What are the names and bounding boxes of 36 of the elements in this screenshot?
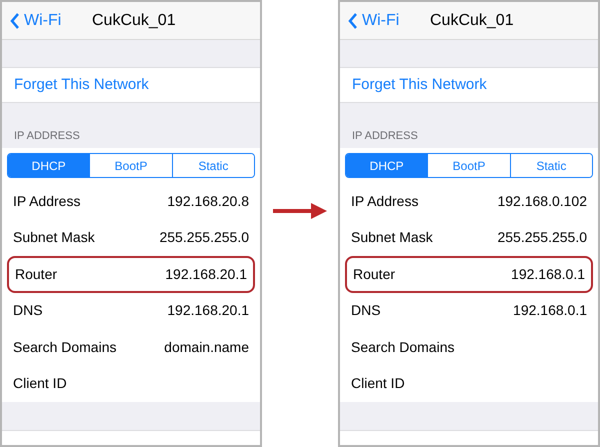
forget-network-button[interactable]: Forget This Network <box>2 67 260 103</box>
forget-network-button[interactable]: Forget This Network <box>340 67 598 103</box>
row-label: DNS <box>13 301 43 320</box>
segment-tab[interactable]: DHCP <box>8 154 90 177</box>
row-value: 255.255.255.0 <box>159 228 249 248</box>
row-label: Subnet Mask <box>13 228 95 248</box>
row-value: domain.name <box>164 338 249 357</box>
arrow-icon <box>271 200 329 222</box>
row-label: Router <box>353 264 396 284</box>
navigation-title: CukCuk_01 <box>92 10 176 30</box>
row-label: Client ID <box>351 374 405 394</box>
back-button[interactable]: Wi-Fi <box>10 8 62 32</box>
segment-tab[interactable]: Static <box>172 154 254 177</box>
row-value: 192.168.0.1 <box>511 264 585 284</box>
section-header: IP ADDRESS <box>14 128 80 144</box>
row-label: IP Address <box>351 192 418 211</box>
row-value: 192.168.0.102 <box>497 192 587 211</box>
row-label: IP Address <box>13 192 80 211</box>
chevron-left-icon <box>348 12 358 28</box>
navigation-title: CukCuk_01 <box>430 10 514 30</box>
row-label: Router <box>15 264 58 284</box>
segment-tab[interactable]: DHCP <box>346 154 428 177</box>
segment-tab[interactable]: Static <box>510 154 592 177</box>
back-button[interactable]: Wi-Fi <box>348 8 400 32</box>
row-label: Client ID <box>13 374 67 394</box>
row-value: 192.168.0.1 <box>513 301 587 320</box>
section-header: IP ADDRESS <box>352 128 418 144</box>
row-value: 192.168.20.1 <box>165 264 247 284</box>
row-label: Search Domains <box>13 338 116 357</box>
row-value: 255.255.255.0 <box>497 228 587 248</box>
row-label: Subnet Mask <box>351 228 433 248</box>
chevron-left-icon <box>10 12 20 28</box>
row-value: 192.168.20.8 <box>167 192 249 211</box>
row-label: Search Domains <box>351 338 454 357</box>
row-label: DNS <box>351 301 381 320</box>
row-value: 192.168.20.1 <box>167 301 249 320</box>
